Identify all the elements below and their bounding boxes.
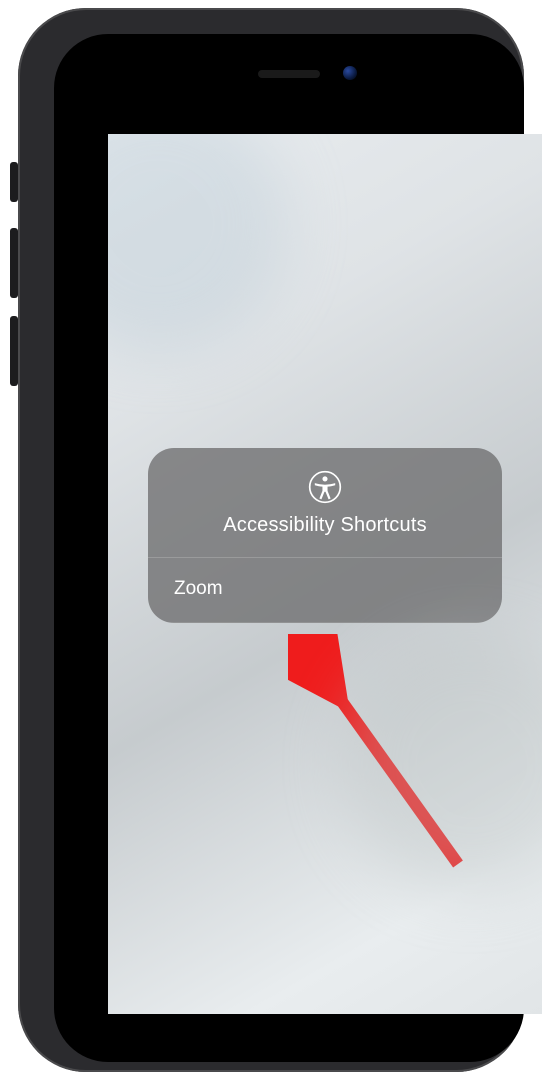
mute-switch[interactable] (10, 162, 18, 202)
screen: Accessibility Shortcuts Zoom (108, 134, 542, 1014)
accessibility-icon (308, 470, 342, 504)
phone-body: Accessibility Shortcuts Zoom (18, 8, 524, 1072)
front-camera (343, 66, 357, 80)
shortcut-row-zoom[interactable]: Zoom (148, 558, 502, 623)
annotation-arrow (288, 634, 488, 894)
shortcut-label: Zoom (174, 578, 223, 599)
volume-up-button[interactable] (10, 228, 18, 298)
phone-bezel: Accessibility Shortcuts Zoom (54, 34, 524, 1062)
popup-title: Accessibility Shortcuts (168, 514, 482, 537)
earpiece (258, 70, 320, 78)
device-mockup: Accessibility Shortcuts Zoom (0, 0, 542, 1080)
popup-header: Accessibility Shortcuts (148, 448, 502, 558)
volume-down-button[interactable] (10, 316, 18, 386)
accessibility-shortcuts-popup: Accessibility Shortcuts Zoom (148, 448, 502, 623)
